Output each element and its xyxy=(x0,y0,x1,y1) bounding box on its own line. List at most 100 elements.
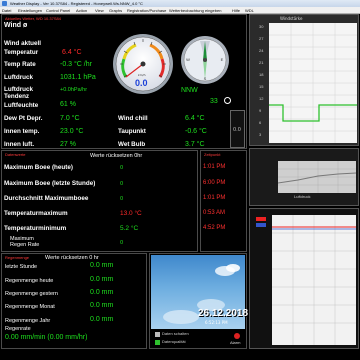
time-max-gust-hour: 6:00 PM xyxy=(203,180,226,186)
rain-panel-title: Regenmenge xyxy=(5,255,30,260)
temp-max-label: Temperaturmaximum xyxy=(4,210,68,217)
legend-data-quality: Datenqualität xyxy=(162,339,186,344)
alarm-icon[interactable] xyxy=(234,333,240,339)
pressure-label: Luftdruck xyxy=(4,74,34,81)
panel-title: Aktuelles Wetter, WD 10.37S84 xyxy=(5,16,61,21)
max-rain-rate-value: 0 xyxy=(120,240,124,246)
pressure-value: 1031.1 hPa xyxy=(60,74,96,81)
menu-item-wdl[interactable]: WDL xyxy=(245,8,254,13)
y-tick: 15 xyxy=(259,84,264,89)
y-tick: 9 xyxy=(259,108,262,113)
menu-item-view[interactable]: View xyxy=(95,8,104,13)
small-readout-value: 0.0 xyxy=(233,127,241,133)
max-gust-today-label: Maximum Boee (heute) xyxy=(4,164,73,171)
dewpoint-value: -0.6 °C xyxy=(185,128,207,135)
rain-today-label: Regenmenge heute xyxy=(5,278,54,284)
degree-ring-icon xyxy=(224,97,231,104)
dewpoint-depression-label: Dew Pt Depr. xyxy=(4,115,43,122)
rain-yesterday-label: Regenmenge gestern xyxy=(5,291,58,297)
temp-min-label: Temperaturminimum xyxy=(4,225,67,232)
wind-graph-y-axis: 30 27 24 21 18 15 12 9 6 3 xyxy=(259,21,267,145)
menu-item-action[interactable]: Action xyxy=(76,8,87,13)
svg-text:E: E xyxy=(221,57,224,62)
menu-item-graphs[interactable]: Graphs xyxy=(109,8,122,13)
y-tick: 18 xyxy=(259,72,264,77)
wind-speed-gauge: 0.0 km/h xyxy=(112,33,174,95)
y-tick: 12 xyxy=(259,96,264,101)
y-tick: 27 xyxy=(259,36,264,41)
pressure-graph-plot xyxy=(278,161,356,193)
legend-data-switch: Daten schalten xyxy=(162,331,189,336)
wind-speed-value: 0.0 xyxy=(135,78,148,88)
legend-swatch-grey xyxy=(155,332,160,337)
webcam-panel: 26.12.2018 6:52:13 PM Daten schalten Dat… xyxy=(149,253,249,349)
y-tick: 21 xyxy=(259,60,264,65)
temperature-graph-panel xyxy=(249,208,359,349)
wet-bulb-value: 3.7 °C xyxy=(185,141,205,148)
time-avg-max-gust: 1:01 PM xyxy=(203,195,226,201)
indoor-temp-label: Innen temp. xyxy=(4,128,40,135)
menu-item-einstellungen[interactable]: Einstellungen xyxy=(18,8,42,13)
rain-last-hour-value: 0.0 mm xyxy=(90,262,114,269)
avg-max-gust-label: Durchschnitt Maximumboee xyxy=(4,195,89,202)
temp-min-value: 5.2 °C xyxy=(120,225,139,232)
pressure-graph-label: Luftdruck xyxy=(294,194,311,199)
temp-max-value: 13.0 °C xyxy=(120,210,142,217)
pressure-graph-panel: Luftdruck xyxy=(249,148,359,206)
rain-month-value: 0.0 mm xyxy=(90,302,114,309)
wind-chill-value: 6.4 °C xyxy=(185,115,205,122)
humidity-value: 61 % xyxy=(60,101,76,108)
time-temp-min: 4:52 PM xyxy=(203,225,226,231)
wind-compass: NS WE xyxy=(180,35,230,85)
indoor-temp-value: 23.0 °C xyxy=(60,128,84,135)
wind-graph-panel: Windstärke 30 27 24 21 18 15 12 9 6 3 xyxy=(249,14,359,146)
wind-degrees-value: 33 xyxy=(210,98,218,105)
wind-speed-unit: km/h xyxy=(138,73,146,77)
title-bar: Weather Display - Ver 10.37S84 - Registe… xyxy=(0,0,360,7)
rain-rate-value: 0.00 mm/min (0.00 mm/hr) xyxy=(5,334,88,341)
wind-graph-title: Windstärke xyxy=(280,16,303,21)
small-readout-box: 0.0 xyxy=(230,110,245,148)
extremes-reset-label[interactable]: Werte rücksetzen 0hr xyxy=(90,153,142,159)
wind-direction-value: NNW xyxy=(181,87,198,94)
wind-chill-label: Wind chill xyxy=(118,115,148,122)
max-gust-hour-label: Maximum Boee (letzte Stunde) xyxy=(4,180,96,187)
time-panel-title: Zeitpunkt xyxy=(204,152,221,157)
y-tick: 30 xyxy=(259,24,264,29)
wind-avg-label: Wind ø xyxy=(4,22,28,29)
menu-bar: Datei Einstellungen Control Panel Action… xyxy=(0,7,360,14)
max-gust-hour-value: 0 xyxy=(120,181,124,187)
dewpoint-label: Taupunkt xyxy=(118,128,146,135)
rain-last-hour-label: letzte Stunde xyxy=(5,264,38,270)
webcam-date: 26.12.2018 xyxy=(198,308,249,319)
alarm-label[interactable]: Alarm xyxy=(230,341,240,345)
time-temp-max: 0:53 AM xyxy=(203,210,226,216)
menu-item-wetterbeobachtung[interactable]: Wetterbeobachtung eingeben xyxy=(169,8,221,13)
rain-rate-label: Regenrate xyxy=(5,326,31,332)
temp-legend-blue xyxy=(256,223,266,227)
temperature-value: 6.4 °C xyxy=(62,49,82,56)
temperature-graph-plot xyxy=(272,215,356,345)
app-icon xyxy=(2,1,7,6)
rain-month-label: Regenmenge Monat xyxy=(5,304,55,310)
time-max-gust-today: 1:01 PM xyxy=(203,164,226,170)
menu-item-hilfe[interactable]: Hilfe xyxy=(232,8,240,13)
y-tick: 3 xyxy=(259,132,262,137)
humidity-label: Luftfeuchte xyxy=(4,102,39,109)
pressure-trend-label: Luftdruck Tendenz xyxy=(4,86,34,100)
max-rain-rate-label: Maximum Regen Rate xyxy=(10,236,40,249)
rain-reset-label[interactable]: Werte rücksetzen 0 hr xyxy=(45,255,99,261)
webcam-time: 6:52:13 PM xyxy=(205,320,228,325)
rain-today-value: 0.0 mm xyxy=(90,276,114,283)
temperature-label: Temperatur xyxy=(4,49,39,56)
wet-bulb-label: Wet Bulb xyxy=(118,141,146,148)
menu-item-control-panel[interactable]: Control Panel xyxy=(46,8,70,13)
menu-item-registration[interactable]: Registration/Purchase xyxy=(127,8,166,13)
window-title: Weather Display - Ver 10.37S84 - Registe… xyxy=(10,1,143,6)
temp-legend-red xyxy=(256,217,266,221)
avg-max-gust-value: 0 xyxy=(120,196,124,202)
menu-item-datei[interactable]: Datei xyxy=(2,8,11,13)
rain-year-label: Regenmenge Jahr xyxy=(5,318,51,324)
dewpoint-depression-value: 7.0 °C xyxy=(60,115,80,122)
indoor-humidity-value: 27 % xyxy=(60,141,76,148)
